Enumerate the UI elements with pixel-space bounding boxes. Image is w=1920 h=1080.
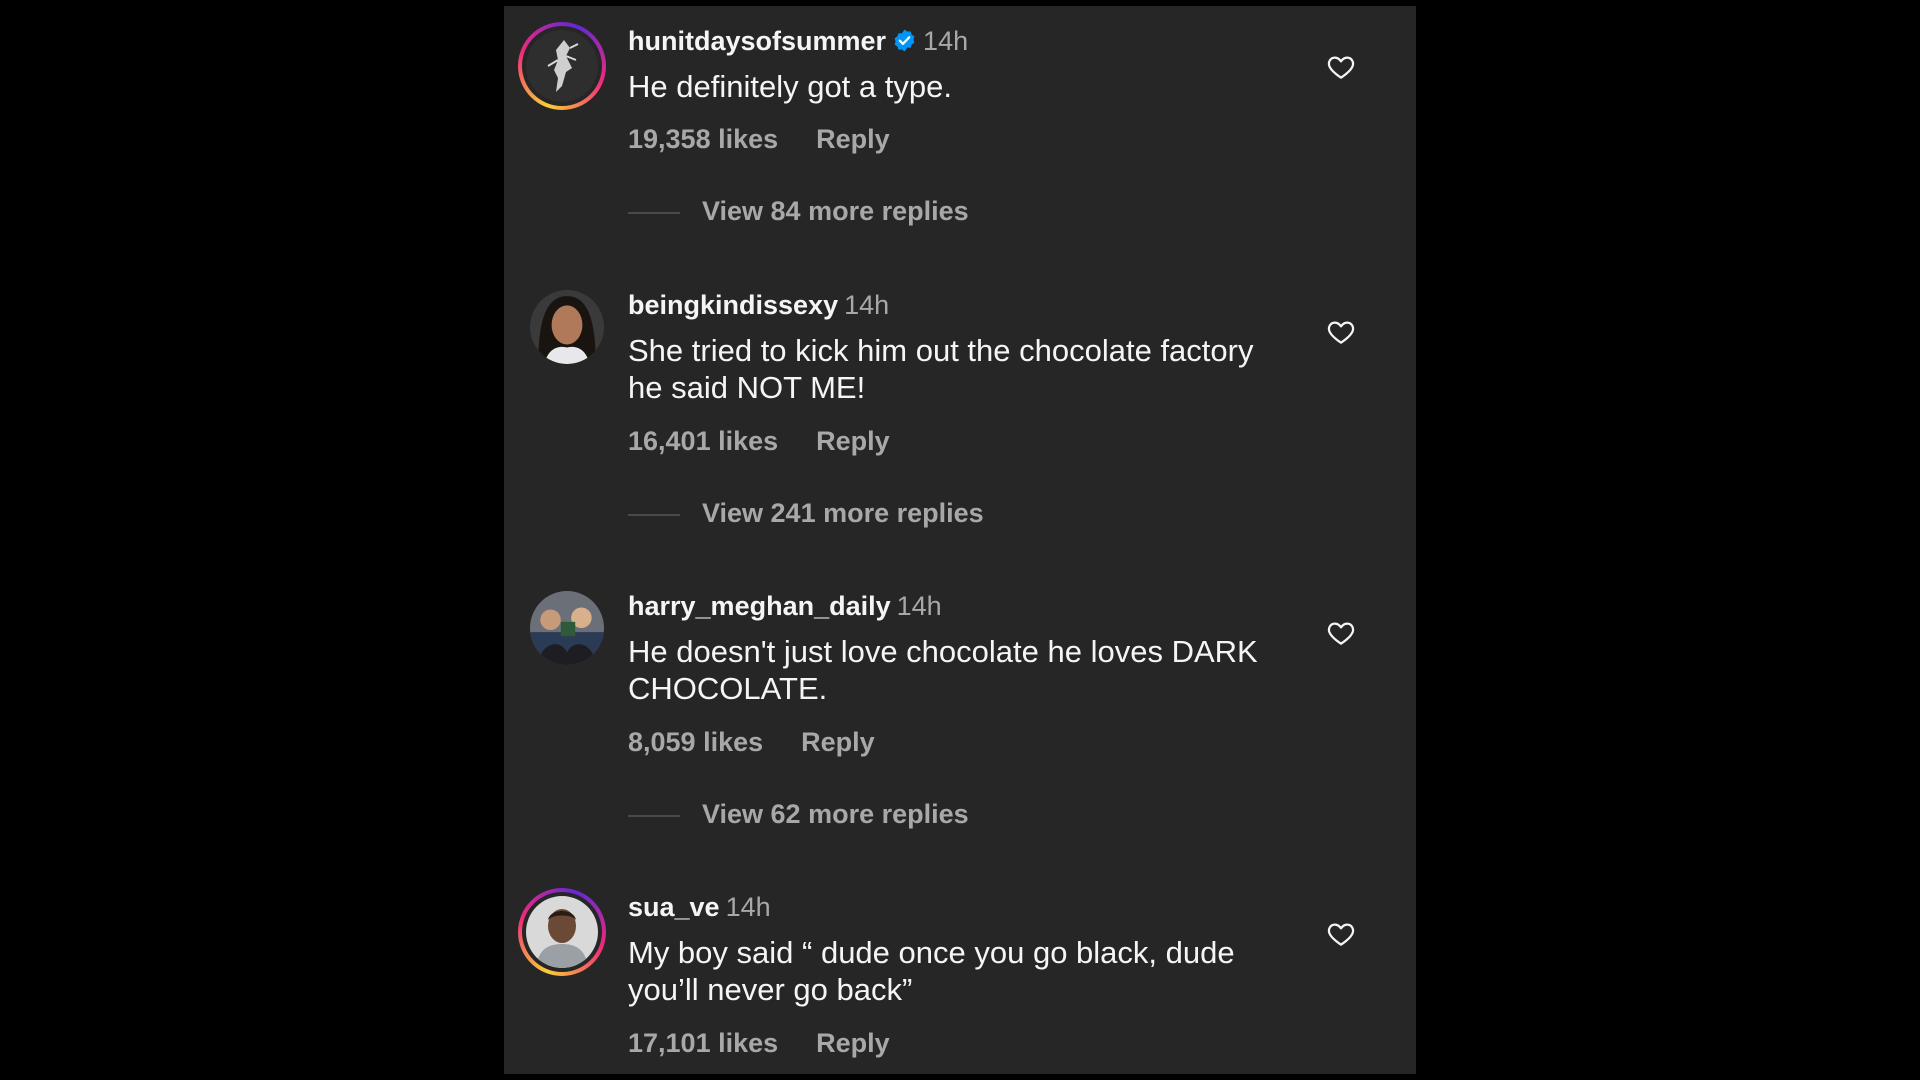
comment-time: 14h [896,591,942,621]
reply-button[interactable]: Reply [816,426,890,456]
user-avatar[interactable] [518,22,606,110]
reply-button[interactable]: Reply [816,124,890,154]
view-more-replies-label: View 84 more replies [702,196,969,226]
avatar-image [530,290,604,364]
avatar-image [530,591,604,665]
like-count[interactable]: 19,358 likes [628,124,778,154]
verified-badge-icon [894,29,915,52]
comment-time: 14h [923,26,969,56]
view-more-replies-label: View 62 more replies [702,799,969,829]
comment-username[interactable]: hunitdaysofsummer [628,26,886,56]
comment-time: 14h [725,892,771,922]
user-avatar[interactable] [518,286,606,374]
heart-icon[interactable] [1326,618,1356,648]
like-count[interactable]: 8,059 likes [628,727,763,757]
comment-text: He doesn't just love chocolate he loves … [628,634,1258,706]
comment-text: She tried to kick him out the chocolate … [628,333,1254,405]
avatar-image [526,896,598,968]
user-avatar[interactable] [518,587,606,675]
like-count[interactable]: 16,401 likes [628,426,778,456]
view-more-replies-button[interactable]: View 84 more replies [628,194,969,228]
view-more-replies-button[interactable]: View 241 more replies [628,496,984,530]
reply-button[interactable]: Reply [816,1028,890,1058]
avatar-image [526,30,598,102]
heart-icon[interactable] [1326,52,1356,82]
comment-time: 14h [844,290,890,320]
comments-panel: hunitdaysofsummer 14h He definitely got a… [504,6,1416,1074]
replies-divider-line [628,211,680,214]
view-more-replies-label: View 241 more replies [702,498,984,528]
replies-divider-line [628,814,680,817]
user-avatar[interactable] [518,888,606,976]
comment-text: He definitely got a type. [628,69,952,104]
comment-username[interactable]: harry_meghan_daily [628,591,891,621]
view-more-replies-button[interactable]: View 62 more replies [628,797,969,831]
replies-divider-line [628,513,680,516]
reply-button[interactable]: Reply [801,727,875,757]
heart-icon[interactable] [1326,919,1356,949]
comment-username[interactable]: beingkindissexy [628,290,838,320]
like-count[interactable]: 17,101 likes [628,1028,778,1058]
comment-username[interactable]: sua_ve [628,892,720,922]
comment-text: My boy said “ dude once you go black, du… [628,935,1235,1007]
heart-icon[interactable] [1326,317,1356,347]
